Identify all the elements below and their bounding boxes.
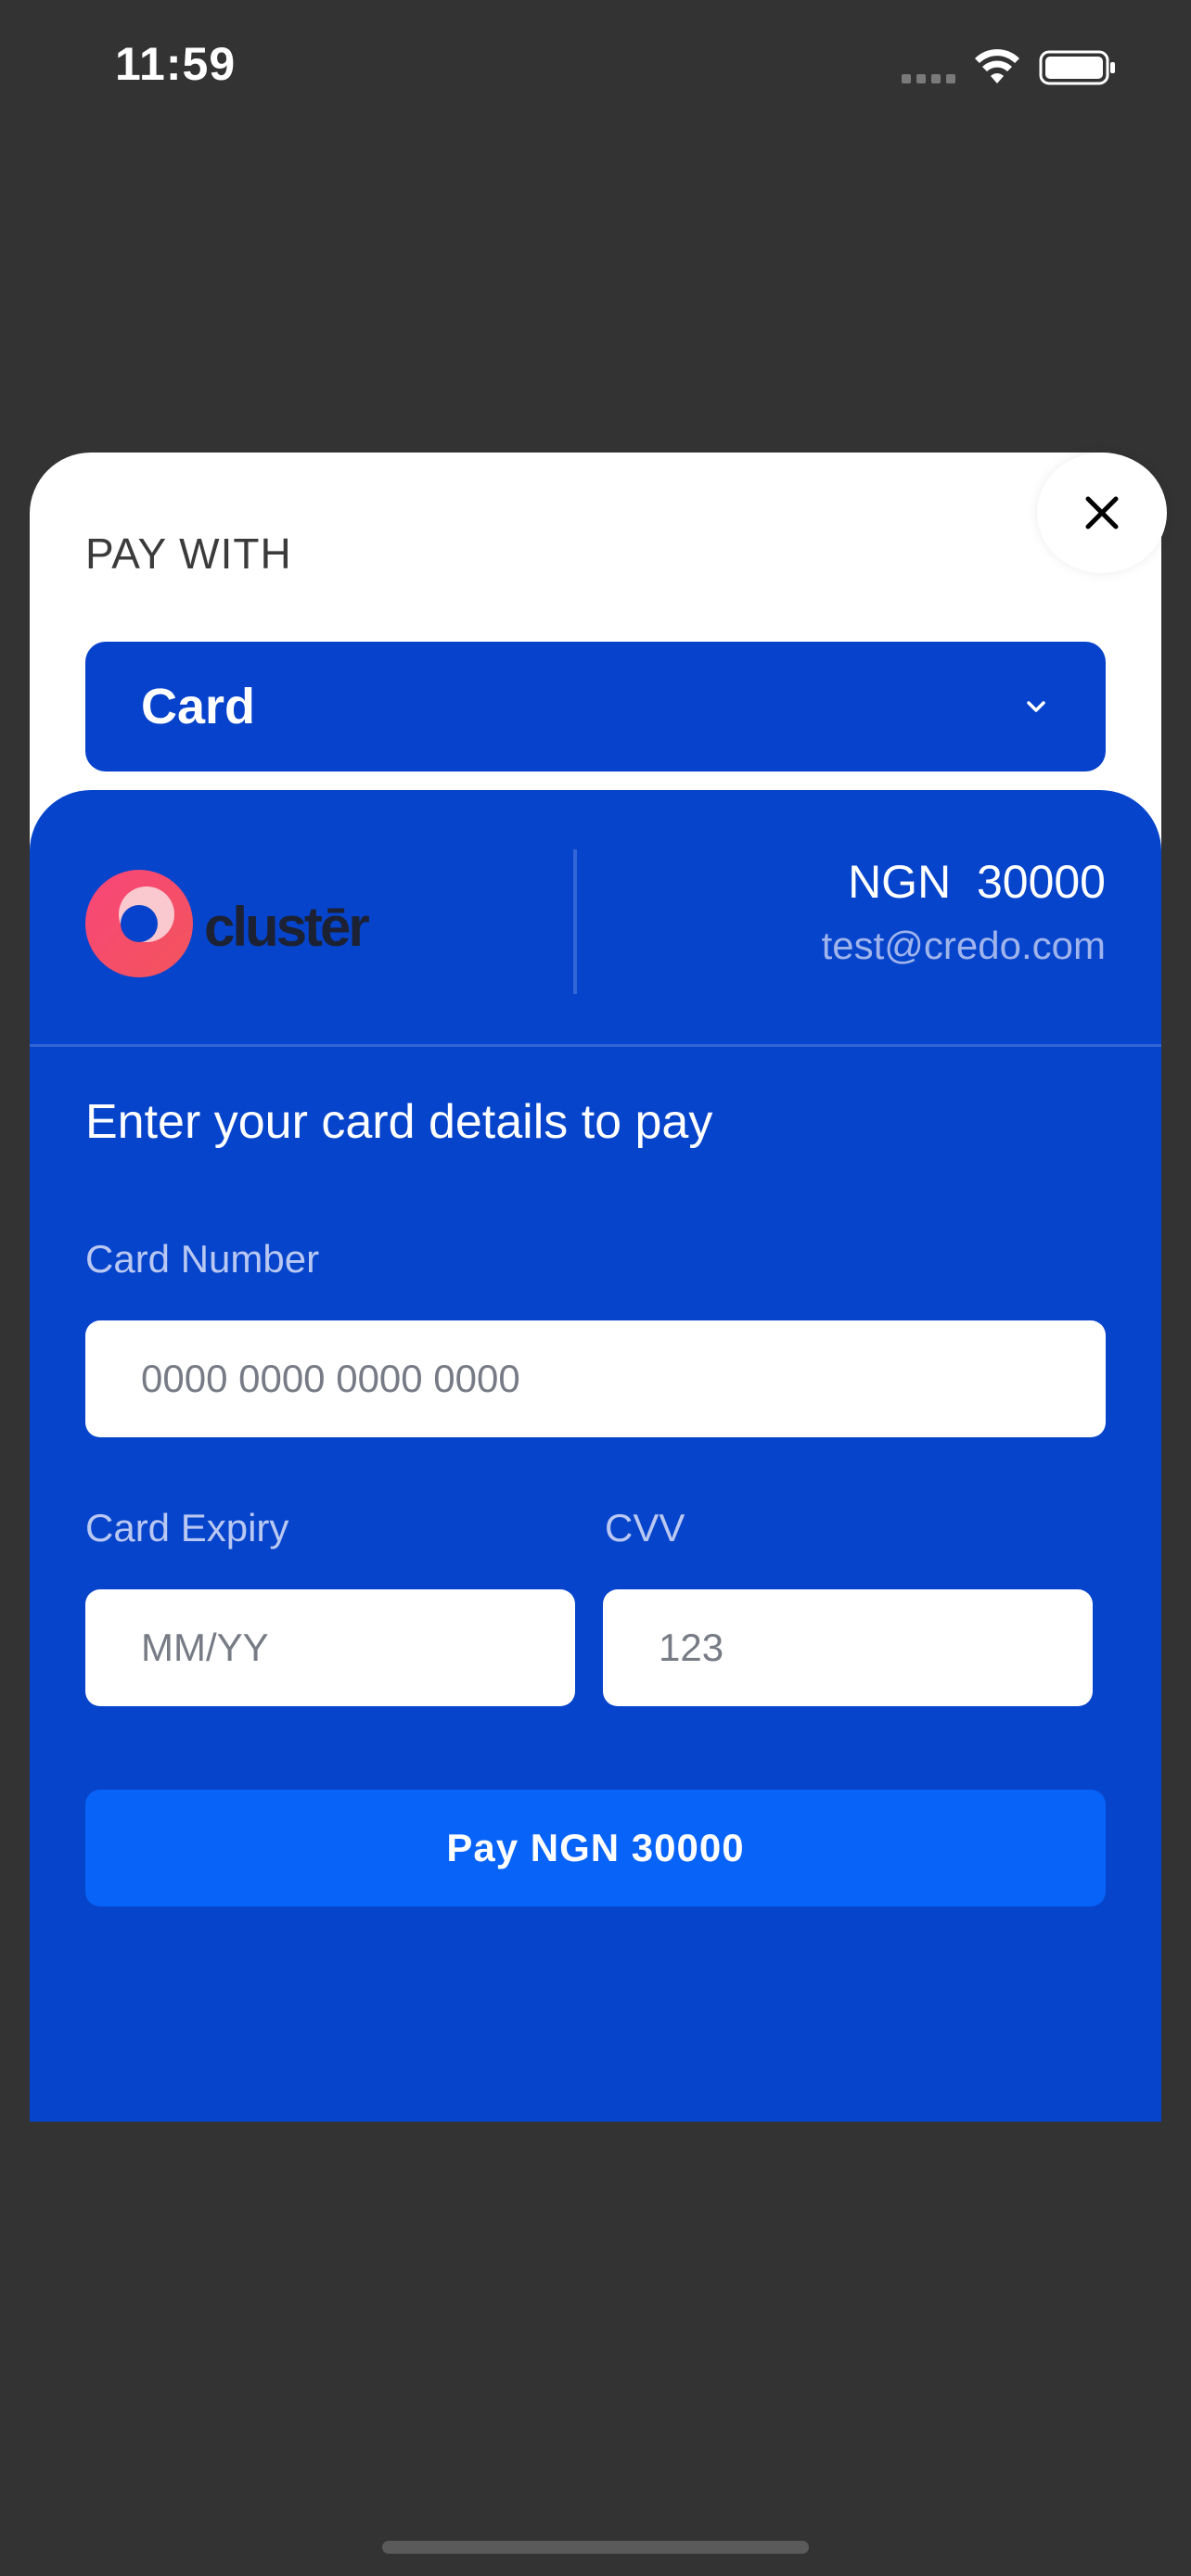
- form-instruction: Enter your card details to pay: [85, 1095, 713, 1149]
- status-time: 11:59: [115, 38, 237, 90]
- card-number-input[interactable]: [85, 1320, 1106, 1437]
- cluster-logo-text: clustēr: [204, 896, 369, 958]
- close-icon: [1085, 496, 1119, 529]
- close-button[interactable]: [1037, 453, 1167, 573]
- card-number-label: Card Number: [85, 1237, 320, 1281]
- payment-amount: NGN 30000: [848, 856, 1106, 908]
- home-indicator: [382, 2541, 809, 2554]
- status-bar: 11:59: [0, 0, 1191, 139]
- battery-icon: [1039, 50, 1115, 85]
- chevron-down-icon: [1027, 701, 1045, 712]
- merchant-header: clustēr NGN 30000 test@credo.com: [30, 790, 1161, 1046]
- payment-method-dropdown[interactable]: Card: [85, 642, 1106, 772]
- header-divider: [573, 849, 577, 994]
- pay-with-label: PAY WITH: [85, 529, 292, 578]
- payment-method-selected: Card: [141, 679, 256, 734]
- card-expiry-label: Card Expiry: [85, 1506, 289, 1549]
- cvv-label: CVV: [605, 1506, 685, 1549]
- panel-divider: [30, 1044, 1161, 1047]
- wifi-icon: [975, 49, 1019, 83]
- pay-button[interactable]: Pay NGN 30000: [85, 1790, 1106, 1906]
- customer-email: test@credo.com: [821, 924, 1106, 967]
- cluster-logo: clustēr: [85, 870, 372, 977]
- cellular-signal-icon: [902, 74, 957, 83]
- card-expiry-input[interactable]: [85, 1589, 575, 1706]
- cvv-input[interactable]: [603, 1589, 1093, 1706]
